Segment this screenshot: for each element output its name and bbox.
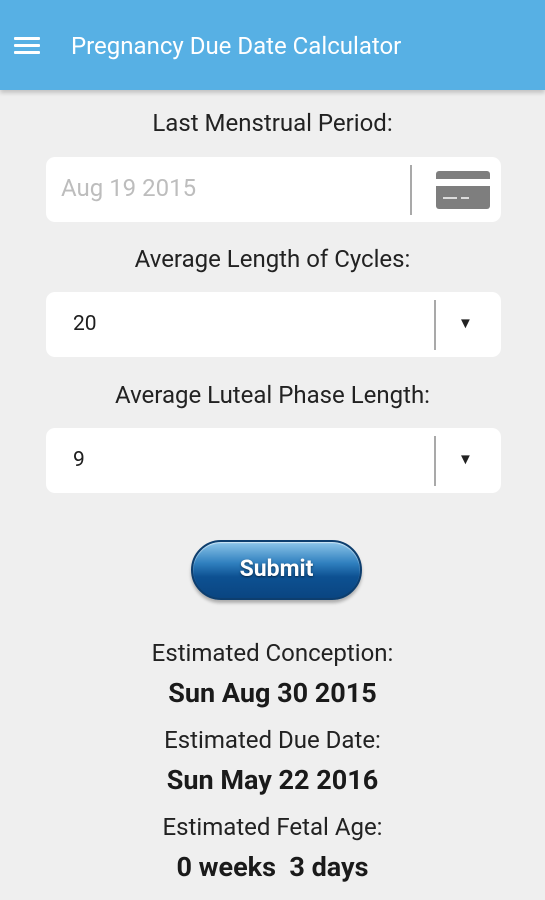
luteal-length-select[interactable]: 9 ▼ xyxy=(46,428,501,493)
select-divider xyxy=(434,436,436,486)
conception-label: Estimated Conception: xyxy=(151,639,394,667)
fetal-age-label: Estimated Fetal Age: xyxy=(162,813,383,841)
field-divider xyxy=(410,165,412,215)
due-date-label: Estimated Due Date: xyxy=(164,726,381,754)
chevron-down-icon[interactable]: ▼ xyxy=(458,313,473,333)
cycle-length-value: 20 xyxy=(73,312,97,336)
app-title: Pregnancy Due Date Calculator xyxy=(71,32,402,60)
chevron-down-icon[interactable]: ▼ xyxy=(458,449,473,469)
cycle-length-select[interactable]: 20 ▼ xyxy=(46,292,501,357)
hamburger-menu-icon[interactable] xyxy=(14,37,40,55)
luteal-length-label: Average Luteal Phase Length: xyxy=(115,381,430,409)
select-divider xyxy=(434,300,436,350)
calendar-card-icon[interactable] xyxy=(436,171,490,209)
cycle-length-label: Average Length of Cycles: xyxy=(134,245,411,273)
fetal-age-value: 0 weeks 3 days xyxy=(176,851,369,883)
due-date-value: Sun May 22 2016 xyxy=(166,764,379,796)
luteal-length-value: 9 xyxy=(73,448,85,472)
lmp-date-placeholder: Aug 19 2015 xyxy=(61,174,197,202)
lmp-date-field[interactable]: Aug 19 2015 xyxy=(46,157,501,222)
lmp-label: Last Menstrual Period: xyxy=(152,109,393,137)
submit-button[interactable]: Submit xyxy=(191,540,362,600)
conception-value: Sun Aug 30 2015 xyxy=(168,677,377,709)
app-bar: Pregnancy Due Date Calculator xyxy=(0,0,545,90)
